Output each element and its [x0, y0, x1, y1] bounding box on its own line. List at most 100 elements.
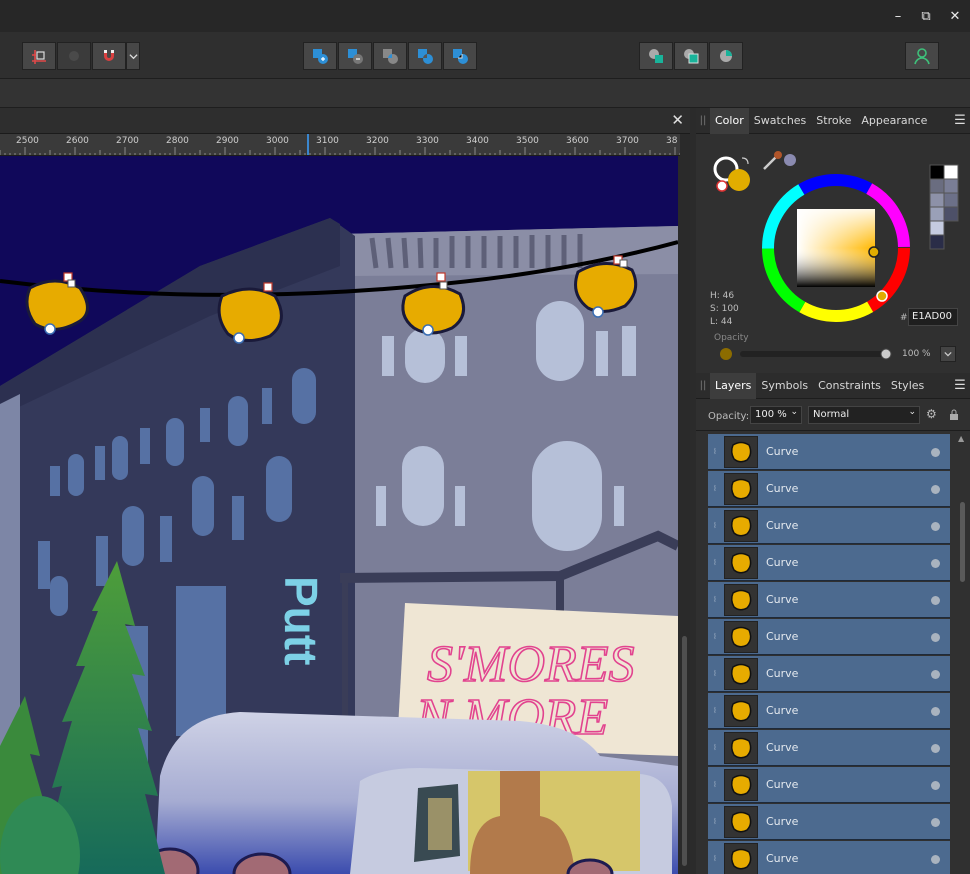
- gear-icon[interactable]: ⚙: [926, 407, 937, 421]
- eyedropper-icon[interactable]: [763, 156, 777, 170]
- boolean-intersect-button[interactable]: [373, 42, 407, 70]
- layer-expand-icon[interactable]: ⧘: [708, 693, 722, 729]
- layer-expand-icon[interactable]: ⧘: [708, 730, 722, 766]
- opacity-dropdown[interactable]: [940, 346, 956, 362]
- tab-constraints[interactable]: Constraints: [813, 373, 886, 399]
- tab-appearance[interactable]: Appearance: [856, 108, 932, 134]
- layer-row[interactable]: ⧘ Curve: [708, 471, 950, 507]
- layers-scrollbar[interactable]: ▲: [958, 432, 968, 874]
- tab-swatches[interactable]: Swatches: [749, 108, 812, 134]
- fill-swatch[interactable]: [728, 169, 750, 191]
- horizontal-ruler[interactable]: 2500 2600 2700 2800 2900 3000 3100 3200 3300 3400…: [0, 134, 680, 156]
- close-document-icon[interactable]: ✕: [671, 111, 684, 129]
- layer-visibility-icon[interactable]: [931, 633, 940, 642]
- snapping-button[interactable]: [22, 42, 56, 70]
- swap-icon[interactable]: [741, 157, 749, 165]
- layer-opacity-field[interactable]: 100 % ⌄: [750, 406, 802, 424]
- artwork[interactable]: Putt S'MORES N MORE: [0, 156, 678, 874]
- layer-row[interactable]: ⧘ Curve: [708, 767, 950, 803]
- layer-visibility-icon[interactable]: [931, 744, 940, 753]
- join-curves-button[interactable]: [674, 42, 708, 70]
- layer-expand-icon[interactable]: ⧘: [708, 434, 722, 470]
- chevron-down-icon: [128, 53, 138, 59]
- boolean-divide-button[interactable]: [443, 42, 477, 70]
- layer-visibility-icon[interactable]: [931, 596, 940, 605]
- close-window-button[interactable]: ✕: [943, 6, 967, 26]
- personas-button[interactable]: [905, 42, 939, 70]
- layer-thumbnail: [724, 473, 758, 505]
- layer-expand-icon[interactable]: ⧘: [708, 767, 722, 803]
- sv-handle[interactable]: [868, 246, 880, 258]
- blend-mode-select[interactable]: Normal ⌄: [808, 406, 920, 424]
- layer-row[interactable]: ⧘ Curve: [708, 693, 950, 729]
- snapping-options-button[interactable]: [57, 42, 91, 70]
- tab-symbols[interactable]: Symbols: [756, 373, 813, 399]
- snapping-dropdown[interactable]: [126, 42, 140, 70]
- boolean-subtract-button[interactable]: [338, 42, 372, 70]
- restore-button[interactable]: ⧉: [914, 6, 938, 26]
- layer-row[interactable]: ⧘ Curve: [708, 545, 950, 581]
- layers-scroll-thumb[interactable]: [960, 502, 965, 582]
- no-color-icon[interactable]: [716, 180, 728, 192]
- layers-panel-tabs: || Layers Symbols Constraints Styles ☰: [696, 372, 970, 399]
- ruler-label: 3200: [366, 136, 389, 146]
- boolean-add-button[interactable]: [303, 42, 337, 70]
- layer-name: Curve: [766, 593, 799, 606]
- opacity-slider-track[interactable]: [740, 351, 888, 357]
- layer-row[interactable]: ⧘ Curve: [708, 804, 950, 840]
- layer-expand-icon[interactable]: ⧘: [708, 804, 722, 840]
- layer-row[interactable]: ⧘ Curve: [708, 582, 950, 618]
- layer-expand-icon[interactable]: ⧘: [708, 582, 722, 618]
- layer-visibility-icon[interactable]: [931, 707, 940, 716]
- layer-row[interactable]: ⧘ Curve: [708, 508, 950, 544]
- pie-button[interactable]: [709, 42, 743, 70]
- layer-row[interactable]: ⧘ Curve: [708, 619, 950, 655]
- picked-color-swatch: [784, 154, 796, 166]
- layer-row[interactable]: ⧘ Curve: [708, 434, 950, 470]
- layer-visibility-icon[interactable]: [931, 670, 940, 679]
- layer-visibility-icon[interactable]: [931, 781, 940, 790]
- tab-layers[interactable]: Layers: [710, 372, 757, 399]
- vertical-scrollbar[interactable]: [680, 156, 690, 874]
- ruler-label: 3500: [516, 136, 539, 146]
- scroll-thumb[interactable]: [682, 636, 687, 866]
- tab-styles[interactable]: Styles: [886, 373, 929, 399]
- layers-list[interactable]: ⧘ Curve ⧘ Curve ⧘ Curve ⧘ Curve ⧘ Curve ⧘ Curve ⧘ Cur…: [696, 432, 970, 874]
- panel-menu-icon[interactable]: ☰: [950, 113, 970, 128]
- layer-visibility-icon[interactable]: [931, 559, 940, 568]
- layer-row[interactable]: ⧘ Curve: [708, 841, 950, 874]
- hex-input[interactable]: E1AD00: [908, 308, 958, 326]
- layer-expand-icon[interactable]: ⧘: [708, 619, 722, 655]
- canvas[interactable]: Putt S'MORES N MORE: [0, 156, 678, 874]
- layer-visibility-icon[interactable]: [931, 522, 940, 531]
- layer-visibility-icon[interactable]: [931, 855, 940, 864]
- tab-stroke[interactable]: Stroke: [811, 108, 856, 134]
- recent-swatches[interactable]: [929, 164, 959, 250]
- opacity-value[interactable]: 100 %: [902, 349, 931, 359]
- ruler-label: 3600: [566, 136, 589, 146]
- layer-expand-icon[interactable]: ⧘: [708, 471, 722, 507]
- scroll-up-icon[interactable]: ▲: [958, 434, 964, 443]
- panel-menu-icon[interactable]: ☰: [950, 378, 970, 393]
- layer-expand-icon[interactable]: ⧘: [708, 656, 722, 692]
- layer-row[interactable]: ⧘ Curve: [708, 656, 950, 692]
- magnet-button[interactable]: [92, 42, 126, 70]
- tab-color[interactable]: Color: [710, 107, 749, 134]
- layer-visibility-icon[interactable]: [931, 448, 940, 457]
- hue-handle[interactable]: [876, 290, 888, 302]
- minimize-icon: –: [894, 8, 902, 24]
- lock-icon[interactable]: [949, 409, 959, 421]
- panel-grip-icon[interactable]: ||: [696, 380, 710, 391]
- smores-sign-line1: S'MORES: [427, 636, 635, 693]
- layer-row[interactable]: ⧘ Curve: [708, 730, 950, 766]
- opacity-slider-handle[interactable]: [880, 348, 892, 360]
- layer-expand-icon[interactable]: ⧘: [708, 545, 722, 581]
- minimize-button[interactable]: –: [886, 6, 910, 26]
- panel-grip-icon[interactable]: ||: [696, 115, 710, 126]
- merge-curves-button[interactable]: [639, 42, 673, 70]
- boolean-xor-button[interactable]: [408, 42, 442, 70]
- layer-expand-icon[interactable]: ⧘: [708, 508, 722, 544]
- layer-visibility-icon[interactable]: [931, 818, 940, 827]
- layer-expand-icon[interactable]: ⧘: [708, 841, 722, 874]
- layer-visibility-icon[interactable]: [931, 485, 940, 494]
